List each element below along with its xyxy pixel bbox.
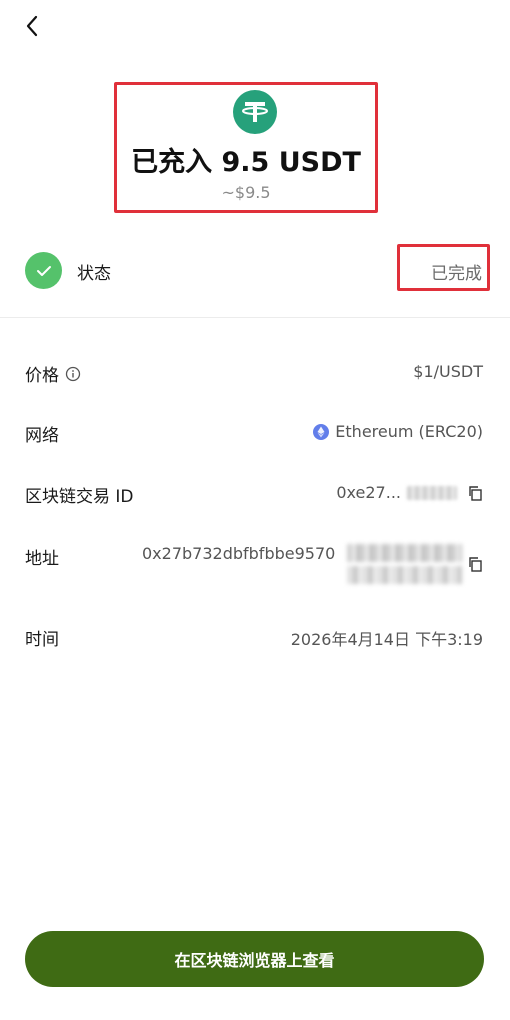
fiat-equivalent: ~$9.5 [221,183,271,202]
time-value-text: 2026年4月14日 下午3:19 [290,630,483,649]
section-divider [0,317,510,318]
status-check-badge [25,252,62,289]
status-label: 状态 [77,264,111,284]
tx-id-value: 0xe27... [336,483,483,502]
price-label-group: 价格 [25,361,81,386]
chevron-left-icon [26,15,38,37]
address-label-text: 地址 [25,549,59,569]
price-value: $1/USDT [413,362,483,381]
check-icon [36,265,51,276]
network-value: Ethereum (ERC20) [313,422,483,441]
ethereum-icon [313,423,330,440]
copy-icon[interactable] [467,556,483,572]
time-value: 2026年4月14日 下午3:19 [291,626,483,650]
tx-id-text: 0xe27... [336,483,401,502]
view-on-explorer-button[interactable]: 在区块链浏览器上查看 [25,931,484,987]
address-value: 0x27b732dbfbfbbe9570 [142,544,487,586]
tx-id-label: 区块链交易 ID [25,482,134,507]
deposit-detail-page: 已充入 9.5 USDT ~$9.5 状态 已完成 价格 $1/USDT 网络 [0,0,510,1020]
deposit-amount-title: 已充入 9.5 USDT [131,147,361,178]
info-icon[interactable] [65,366,81,382]
network-label: 网络 [25,421,59,446]
price-value-text: $1/USDT [413,362,483,381]
address-text: 0x27b732dbfbfbbe9570 [142,544,336,563]
copy-icon[interactable] [467,485,483,501]
tx-id-redacted [407,485,457,500]
address-redacted-line-2 [347,566,462,584]
tx-id-label-text: 区块链交易 ID [25,487,134,507]
network-label-text: 网络 [25,426,59,446]
time-label: 时间 [25,625,59,650]
tether-usdt-icon [233,90,277,134]
status-value: 已完成 [431,264,482,284]
price-label: 价格 [25,366,59,386]
back-button[interactable] [18,12,46,40]
network-value-text: Ethereum (ERC20) [335,422,483,441]
address-redacted-line-1 [347,544,462,562]
status-row: 状态 已完成 [0,242,510,298]
address-label: 地址 [25,544,59,569]
time-label-text: 时间 [25,630,59,650]
